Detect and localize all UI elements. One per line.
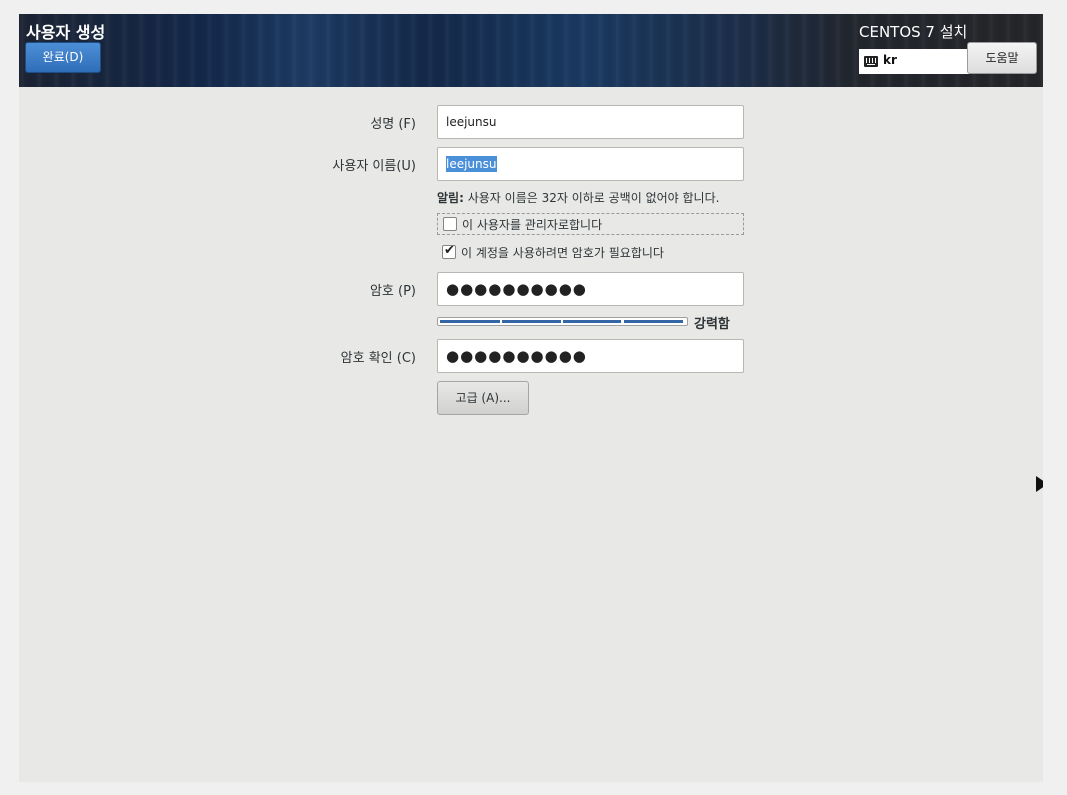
username-notice: 알림: 사용자 이름은 32자 이하로 공백이 없어야 합니다.	[437, 189, 719, 206]
password-required-checkbox[interactable]: ✔	[442, 243, 456, 259]
password-strength-segment	[502, 320, 561, 323]
password-strength-meter	[437, 317, 688, 326]
keyboard-layout-indicator[interactable]: kr	[859, 49, 969, 74]
password-required-label: 이 계정을 사용하려면 암호가 필요합니다	[461, 246, 664, 260]
install-title: CENTOS 7 설치	[859, 23, 968, 41]
fullname-field[interactable]: leejunsu	[437, 105, 744, 139]
admin-checkbox[interactable]	[443, 217, 457, 231]
password-strength-segment	[440, 320, 500, 323]
help-button[interactable]: 도움말	[967, 42, 1037, 74]
keyboard-icon	[864, 56, 878, 67]
done-button[interactable]: 완료(D)	[25, 42, 101, 73]
password-strength-segment	[624, 320, 683, 323]
header-bar: 사용자 생성 완료(D) CENTOS 7 설치 kr 도움말	[19, 14, 1043, 87]
checkmark-icon: ✔	[444, 243, 455, 258]
password-strength-label: 강력함	[694, 317, 730, 332]
selected-username-text: leejunsu	[446, 156, 497, 172]
admin-checkbox-label: 이 사용자를 관리자로합니다	[462, 218, 603, 232]
username-label: 사용자 이름(U)	[332, 159, 416, 174]
notice-label: 알림:	[437, 191, 464, 205]
password-label: 암호 (P)	[369, 284, 416, 299]
user-creation-window: 사용자 생성 완료(D) CENTOS 7 설치 kr 도움말 성명 (F) l…	[19, 14, 1043, 782]
password-field[interactable]: ●●●●●●●●●●	[437, 272, 744, 306]
keyboard-layout-code: kr	[883, 53, 897, 67]
fullname-label: 성명 (F)	[370, 117, 416, 132]
password-required-checkbox-row[interactable]: ✔ 이 계정을 사용하려면 암호가 필요합니다	[437, 242, 744, 264]
advanced-button[interactable]: 고급 (A)...	[437, 381, 529, 415]
password-strength-segment	[563, 320, 621, 323]
confirm-password-field[interactable]: ●●●●●●●●●●	[437, 339, 744, 373]
admin-checkbox-row[interactable]: 이 사용자를 관리자로합니다	[437, 213, 744, 235]
page-title: 사용자 생성	[26, 23, 106, 42]
username-field[interactable]: leejunsu	[437, 147, 744, 181]
notice-text: 사용자 이름은 32자 이하로 공백이 없어야 합니다.	[467, 191, 720, 205]
confirm-password-label: 암호 확인 (C)	[340, 351, 416, 366]
